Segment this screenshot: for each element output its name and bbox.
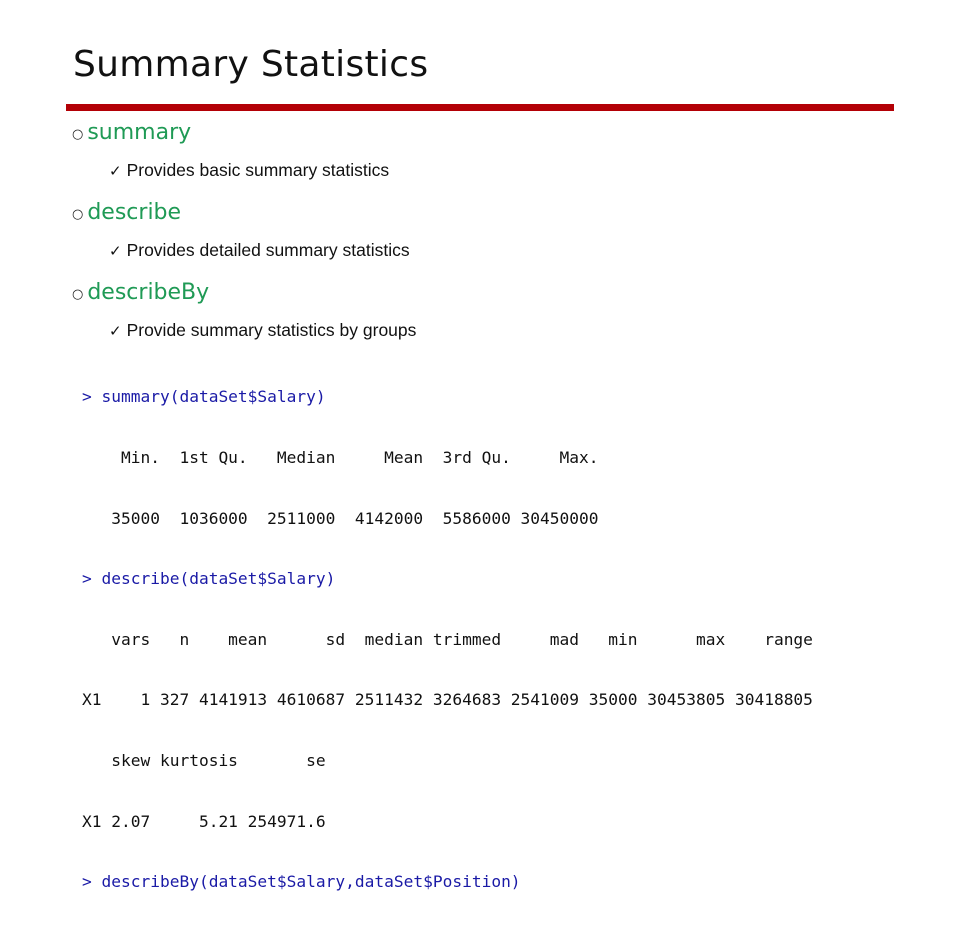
console-command: > describe(dataSet$Salary): [82, 569, 336, 589]
ring-bullet-icon: ○: [72, 207, 84, 222]
sub-bullet-text: Provides basic summary statistics: [126, 160, 390, 180]
console-output: X1 2.07 5.21 254971.6: [82, 811, 326, 831]
sub-bullet-describeby: ✓ Provide summary statistics by groups: [109, 320, 416, 341]
bullet-term: describeBy: [87, 280, 210, 305]
sub-bullet-text: Provide summary statistics by groups: [126, 320, 417, 340]
console-output: vars n mean sd median trimmed mad min ma…: [82, 629, 813, 649]
bullet-describeby: ○ describeBy: [72, 280, 209, 305]
console-command: > describeBy(dataSet$Salary,dataSet$Posi…: [82, 872, 521, 892]
sub-bullet-describe: ✓ Provides detailed summary statistics: [109, 240, 410, 261]
bullet-describe: ○ describe: [72, 200, 181, 225]
console-output: skew kurtosis se: [82, 750, 326, 770]
ring-bullet-icon: ○: [72, 127, 84, 142]
console-command: > summary(dataSet$Salary): [82, 387, 326, 407]
title-divider: [66, 104, 894, 111]
bullet-term: summary: [87, 120, 192, 145]
r-console-output: > summary(dataSet$Salary) Min. 1st Qu. M…: [82, 347, 813, 933]
checkmark-icon: ✓: [109, 323, 122, 340]
bullet-term: describe: [87, 200, 182, 225]
checkmark-icon: ✓: [109, 163, 122, 180]
sub-bullet-summary: ✓ Provides basic summary statistics: [109, 160, 389, 181]
ring-bullet-icon: ○: [72, 287, 84, 302]
checkmark-icon: ✓: [109, 243, 122, 260]
slide-title: Summary Statistics: [73, 44, 429, 85]
console-output: X1 1 327 4141913 4610687 2511432 3264683…: [82, 690, 813, 710]
console-output: 35000 1036000 2511000 4142000 5586000 30…: [82, 508, 609, 528]
sub-bullet-text: Provides detailed summary statistics: [126, 240, 410, 260]
bullet-summary: ○ summary: [72, 120, 191, 145]
console-output: Min. 1st Qu. Median Mean 3rd Qu. Max.: [82, 448, 609, 467]
